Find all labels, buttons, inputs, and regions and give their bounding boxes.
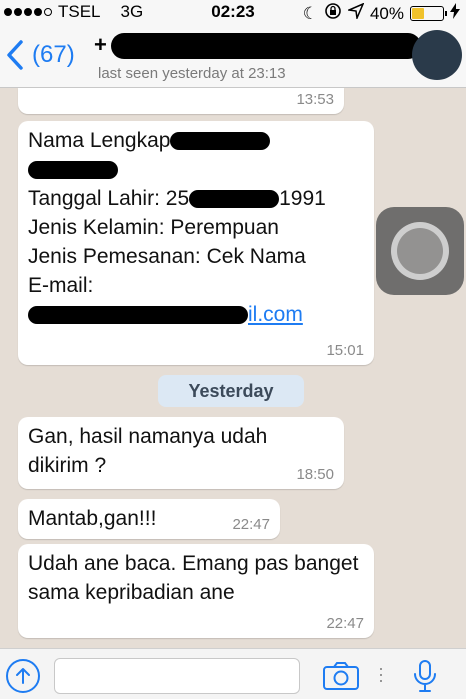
last-seen-status: last seen yesterday at 23:13 <box>98 65 286 82</box>
camera-button[interactable] <box>322 661 360 691</box>
form-line-order-type: Jenis Pemesanan: Cek Nama <box>28 245 306 268</box>
redaction-mark <box>110 33 421 60</box>
message-time: 13:53 <box>296 91 334 108</box>
microphone-icon <box>414 660 436 692</box>
status-bar: TSEL 3G 02:23 ☾ 40% <box>0 0 466 24</box>
redaction-mark <box>28 306 248 325</box>
form-line-gender: Jenis Kelamin: Perempuan <box>28 216 279 239</box>
battery-icon <box>410 6 447 21</box>
redaction-mark <box>189 190 280 209</box>
message-bubble-form[interactable]: Nama Lengkap Tanggal Lahir: 25 1991 Jenis… <box>18 121 374 365</box>
message-time: 22:47 <box>232 516 270 533</box>
battery-percent: 40% <box>369 3 404 23</box>
microphone-button[interactable] <box>412 659 438 693</box>
email-link[interactable]: il.com <box>28 300 364 329</box>
upload-button[interactable] <box>6 659 40 693</box>
form-line-name-cont <box>28 155 364 184</box>
message-bubble[interactable]: Mantab,gan!!! 22:47 <box>18 499 280 539</box>
back-chevron-icon <box>7 40 23 70</box>
assistive-touch-icon <box>391 222 449 280</box>
message-input[interactable] <box>54 658 300 694</box>
form-line-birthdate: Tanggal Lahir: 25 1991 <box>28 187 326 210</box>
unread-count: (67) <box>32 41 75 68</box>
moon-icon: ☾ <box>302 3 318 23</box>
charging-icon <box>450 3 460 24</box>
location-icon <box>346 2 365 24</box>
contact-name[interactable]: + <box>94 32 421 60</box>
message-time: 22:47 <box>326 615 364 632</box>
contact-name-prefix: + <box>94 32 107 57</box>
date-separator: Yesterday <box>158 375 304 407</box>
back-button[interactable]: (67) <box>6 40 75 70</box>
redaction-mark <box>28 161 118 180</box>
rotation-lock-icon <box>324 2 342 25</box>
message-text: Gan, hasil namanya udah dikirim ? <box>28 425 268 477</box>
message-time: 18:50 <box>296 466 334 483</box>
form-line-name: Nama Lengkap <box>28 126 364 155</box>
camera-icon <box>323 662 359 690</box>
assistive-touch-button[interactable] <box>376 207 464 295</box>
message-bubble[interactable]: 13:53 <box>18 88 344 114</box>
chat-header: (67) + last seen yesterday at 23:13 <box>0 24 466 88</box>
message-bubble[interactable]: Gan, hasil namanya udah dikirim ? 18:50 <box>18 417 344 489</box>
avatar[interactable] <box>412 30 462 80</box>
upload-icon <box>16 668 30 684</box>
form-line-email-label: E-mail: <box>28 274 94 297</box>
separator-dots: · · · <box>378 658 384 690</box>
redaction-mark <box>170 132 271 151</box>
message-input-bar: · · · <box>0 648 466 699</box>
message-bubble[interactable]: Udah ane baca. Emang pas banget sama kep… <box>18 544 374 638</box>
message-text: Udah ane baca. Emang pas banget sama kep… <box>28 552 359 604</box>
message-text: Mantab,gan!!! <box>28 507 157 530</box>
message-time: 15:01 <box>326 342 364 359</box>
